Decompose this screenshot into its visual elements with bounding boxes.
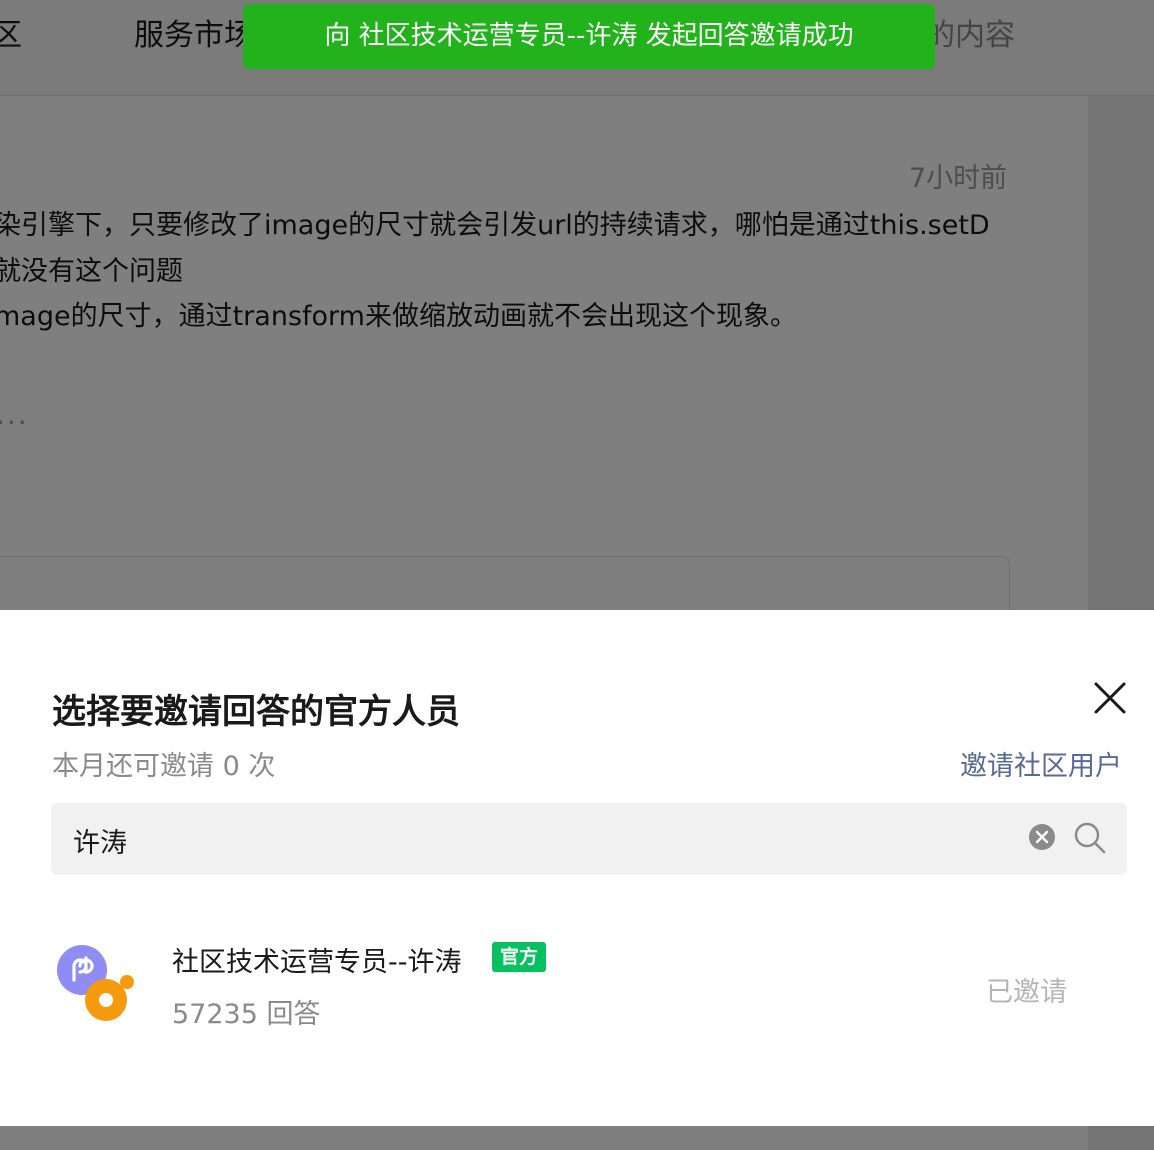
official-user-name: 社区技术运营专员--许涛: [172, 947, 462, 978]
sheet-title: 选择要邀请回答的官方人员: [52, 692, 460, 732]
invite-quota-text: 本月还可邀请 0 次: [52, 751, 276, 782]
success-toast: 向 社区技术运营专员--许涛 发起回答邀请成功: [243, 4, 935, 69]
answer-count: 57235 回答: [172, 999, 321, 1030]
official-badge: 官方: [492, 942, 547, 972]
mini-program-logo-icon: [57, 945, 134, 1021]
close-button[interactable]: [1090, 678, 1130, 718]
invited-status-button[interactable]: 已邀请: [986, 970, 1067, 1009]
clear-icon[interactable]: [1028, 823, 1056, 851]
close-icon: [1094, 682, 1126, 714]
search-bar: [51, 803, 1127, 875]
invite-bottom-sheet: 选择要邀请回答的官方人员 本月还可邀请 0 次 邀请社区用户 社区技术运营专员-…: [0, 610, 1154, 1126]
invite-community-user-link[interactable]: 邀请社区用户: [960, 744, 1122, 783]
search-icon[interactable]: [1073, 821, 1107, 855]
search-input[interactable]: [71, 817, 1015, 863]
result-list-item[interactable]: 社区技术运营专员--许涛 官方 57235 回答 已邀请: [0, 930, 1154, 1040]
